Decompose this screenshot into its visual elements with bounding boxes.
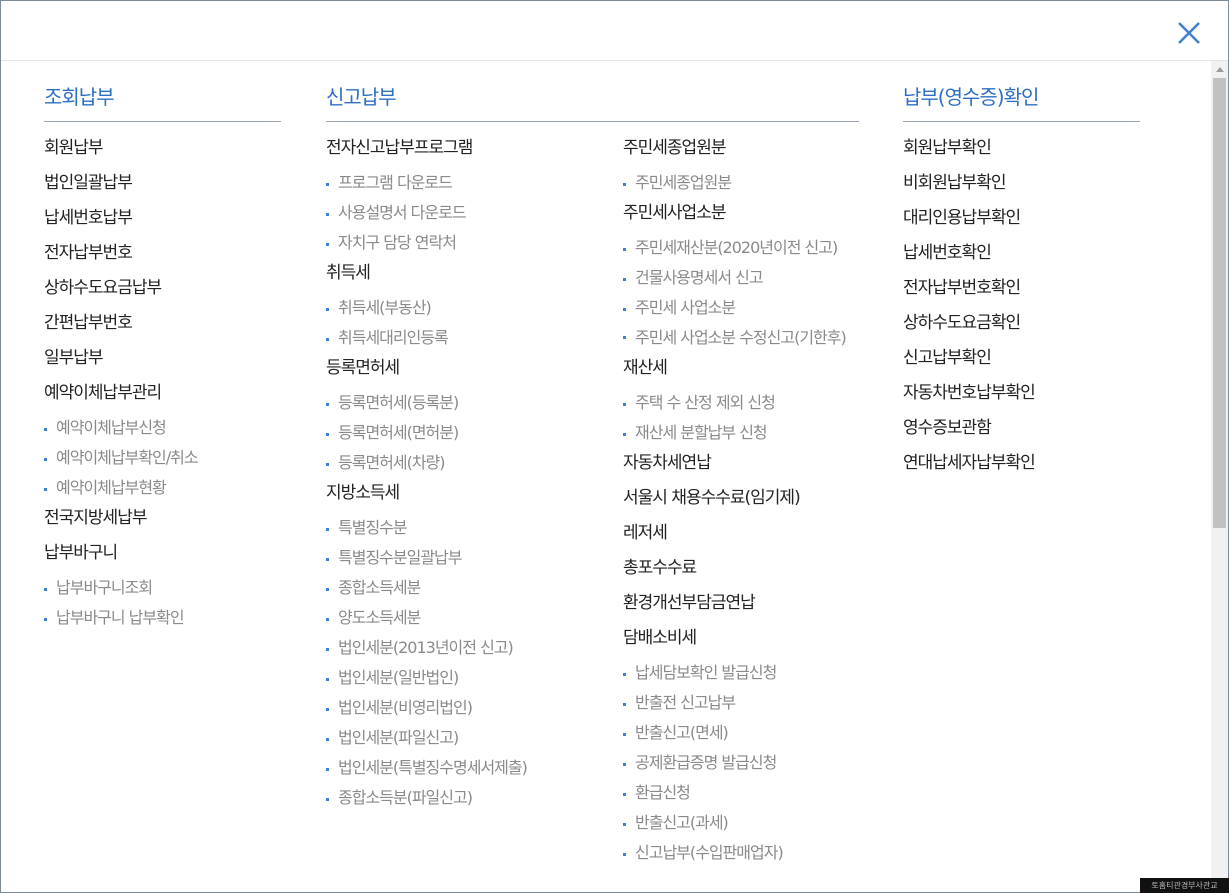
menu-item[interactable]: 전국지방세납부	[44, 503, 198, 538]
sub-menu-item[interactable]: 취득세(부동산)	[326, 293, 527, 323]
sub-menu-item[interactable]: 반출신고(면세)	[623, 718, 857, 748]
column-title-report: 신고납부	[326, 81, 859, 122]
sub-menu-item[interactable]: 프로그램 다운로드	[326, 168, 527, 198]
sub-menu-item[interactable]: 예약이체납부확인/취소	[44, 443, 199, 473]
menu-item[interactable]: 전자신고납부프로그램	[326, 133, 527, 168]
column-title-inquiry: 조회납부	[44, 81, 281, 122]
menu-item[interactable]: 연대납세자납부확인	[903, 448, 1036, 483]
sub-menu-item[interactable]: 양도소득세분	[326, 603, 527, 633]
sub-menu-item[interactable]: 법인세분(비영리법인)	[326, 693, 527, 723]
close-icon	[1178, 22, 1200, 44]
menu-item[interactable]: 총포수수료	[623, 553, 857, 588]
menu-item[interactable]: 영수증보관함	[903, 413, 1035, 448]
sub-menu-item[interactable]: 특별징수분일괄납부	[326, 543, 527, 573]
menu-item[interactable]: 법인일괄납부	[44, 168, 198, 203]
modal-header	[1, 1, 1228, 61]
menu-item[interactable]: 전자납부번호확인	[903, 273, 1035, 308]
sub-menu-item[interactable]: 법인세분(일반법인)	[326, 663, 527, 693]
menu-item[interactable]: 자동차번호납부확인	[903, 378, 1036, 413]
sub-menu-item[interactable]: 특별징수분	[326, 513, 527, 543]
menu-item[interactable]: 담배소비세	[623, 623, 857, 658]
menu-item[interactable]: 상하수도요금확인	[903, 308, 1035, 343]
sub-menu-item[interactable]: 재산세 분할납부 신청	[623, 418, 857, 448]
column-title-receipt: 납부(영수증)확인	[903, 81, 1140, 122]
receipt-list: 회원납부확인 비회원납부확인 대리인용납부확인 납세번호확인 전자납부번호확인 …	[903, 133, 1036, 483]
menu-item[interactable]: 주민세사업소분	[623, 198, 857, 233]
sub-menu-item[interactable]: 법인세분(2013년이전 신고)	[326, 633, 527, 663]
menu-item[interactable]: 취득세	[326, 258, 527, 293]
menu-item[interactable]: 예약이체납부관리	[44, 378, 198, 413]
menu-item[interactable]: 회원납부확인	[903, 133, 1035, 168]
sub-menu-item[interactable]: 예약이체납부신청	[44, 413, 198, 443]
sub-menu-item[interactable]: 주택 수 산정 제외 신청	[623, 388, 857, 418]
sub-menu-item[interactable]: 종합소득세분	[326, 573, 527, 603]
sub-menu-item[interactable]: 예약이체납부현황	[44, 473, 198, 503]
sub-menu-item[interactable]: 반출신고(과세)	[623, 808, 857, 838]
report-list-right: 주민세종업원분 주민세종업원분 주민세사업소분 주민세재산분(2020년이전 신…	[623, 133, 857, 868]
menu-item[interactable]: 간편납부번호	[44, 308, 198, 343]
menu-item[interactable]: 납부바구니	[44, 538, 198, 573]
sub-menu-item[interactable]: 사용설명서 다운로드	[326, 198, 527, 228]
menu-item[interactable]: 일부납부	[44, 343, 198, 378]
menu-item[interactable]: 환경개선부담금연납	[623, 588, 857, 623]
sub-menu-item[interactable]: 법인세분(파일신고)	[326, 723, 527, 753]
sub-menu-item[interactable]: 주민세종업원분	[623, 168, 857, 198]
menu-item[interactable]: 전자납부번호	[44, 238, 198, 273]
sub-menu-item[interactable]: 납부바구니조회	[44, 573, 198, 603]
inquiry-list: 회원납부 법인일괄납부 납세번호납부 전자납부번호 상하수도요금납부 간편납부번…	[44, 133, 199, 633]
sub-menu-item[interactable]: 주민세 사업소분	[623, 293, 857, 323]
report-list-left: 전자신고납부프로그램 프로그램 다운로드 사용설명서 다운로드 자치구 담당 연…	[326, 133, 528, 813]
sub-menu-item[interactable]: 등록면허세(면허분)	[326, 418, 527, 448]
sub-menu-item[interactable]: 주민세재산분(2020년이전 신고)	[623, 233, 857, 263]
sub-menu-item[interactable]: 납세담보확인 발급신청	[623, 658, 857, 688]
sub-menu-item[interactable]: 법인세분(특별징수명세서제출)	[326, 753, 528, 783]
menu-item[interactable]: 회원납부	[44, 133, 198, 168]
watermark: 토홈티관경부사관교	[1140, 878, 1229, 893]
menu-item[interactable]: 주민세종업원분	[623, 133, 857, 168]
sub-menu-item[interactable]: 종합소득분(파일신고)	[326, 783, 527, 813]
menu-item[interactable]: 재산세	[623, 353, 857, 388]
menu-item[interactable]: 상하수도요금납부	[44, 273, 198, 308]
sub-menu-item[interactable]: 자치구 담당 연락처	[326, 228, 527, 258]
menu-item[interactable]: 비회원납부확인	[903, 168, 1035, 203]
menu-item[interactable]: 납세번호확인	[903, 238, 1035, 273]
sub-menu-item[interactable]: 반출전 신고납부	[623, 688, 857, 718]
menu-item[interactable]: 자동차세연납	[623, 448, 857, 483]
menu-item[interactable]: 서울시 채용수수료(임기제)	[623, 483, 857, 518]
sub-menu-item[interactable]: 취득세대리인등록	[326, 323, 527, 353]
scroll-thumb[interactable]	[1213, 78, 1226, 528]
sub-menu-item[interactable]: 주민세 사업소분 수정신고(기한후)	[623, 323, 857, 353]
scroll-up-arrow-icon[interactable]	[1211, 61, 1228, 78]
menu-item[interactable]: 지방소득세	[326, 478, 527, 513]
menu-item[interactable]: 레저세	[623, 518, 857, 553]
menu-item[interactable]: 신고납부확인	[903, 343, 1035, 378]
menu-item[interactable]: 납세번호납부	[44, 203, 198, 238]
close-button[interactable]	[1171, 15, 1207, 51]
sub-menu-item[interactable]: 납부바구니 납부확인	[44, 603, 198, 633]
sub-menu-item[interactable]: 공제환급증명 발급신청	[623, 748, 857, 778]
sub-menu-item[interactable]: 건물사용명세서 신고	[623, 263, 857, 293]
menu-content: 조회납부 회원납부 법인일괄납부 납세번호납부 전자납부번호 상하수도요금납부 …	[1, 61, 1211, 892]
menu-item[interactable]: 대리인용납부확인	[903, 203, 1035, 238]
menu-item[interactable]: 등록면허세	[326, 353, 527, 388]
sub-menu-item[interactable]: 등록면허세(등록분)	[326, 388, 527, 418]
sub-menu-item[interactable]: 등록면허세(차량)	[326, 448, 527, 478]
sub-menu-item[interactable]: 환급신청	[623, 778, 857, 808]
vertical-scrollbar[interactable]	[1211, 61, 1228, 892]
sub-menu-item[interactable]: 신고납부(수입판매업자)	[623, 838, 857, 868]
